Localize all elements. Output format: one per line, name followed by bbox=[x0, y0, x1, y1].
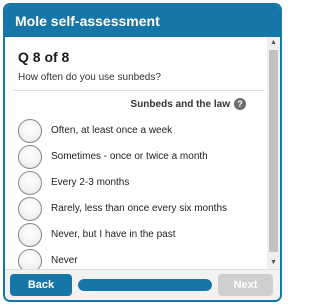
answer-option[interactable]: Rarely, less than once every six months bbox=[18, 197, 258, 221]
answer-label: Rarely, less than once every six months bbox=[51, 203, 228, 214]
answer-label: Every 2-3 months bbox=[51, 177, 130, 188]
answer-option[interactable]: Often, at least once a week bbox=[18, 119, 258, 143]
divider bbox=[13, 90, 265, 91]
sunbeds-law-label: Sunbeds and the law bbox=[130, 99, 230, 110]
answer-label: Sometimes - once or twice a month bbox=[51, 151, 208, 162]
answer-option[interactable]: Never, but I have in the past bbox=[18, 223, 258, 247]
scroll-up-icon[interactable]: ▲ bbox=[267, 37, 280, 49]
answer-option[interactable]: Never bbox=[18, 249, 258, 269]
question-number: Q 8 of 8 bbox=[18, 49, 70, 65]
answer-option[interactable]: Every 2-3 months bbox=[18, 171, 258, 195]
next-button[interactable]: Next bbox=[218, 274, 273, 296]
sunbeds-law-link[interactable]: Sunbeds and the law bbox=[131, 99, 230, 110]
answer-label: Never bbox=[51, 255, 78, 266]
widget-header: Mole self-assessment bbox=[5, 5, 280, 37]
answer-label: Never, but I have in the past bbox=[51, 229, 176, 240]
radio-button[interactable] bbox=[18, 223, 42, 247]
assessment-widget: Mole self-assessment Q 8 of 8 How often … bbox=[3, 3, 282, 302]
radio-button[interactable] bbox=[18, 145, 42, 169]
question-text: How often do you use sunbeds? bbox=[18, 72, 161, 83]
scroll-thumb[interactable] bbox=[269, 50, 278, 252]
back-button[interactable]: Back bbox=[10, 274, 72, 296]
answer-label: Often, at least once a week bbox=[51, 125, 173, 136]
question-panel: Q 8 of 8 How often do you use sunbeds? S… bbox=[5, 37, 267, 269]
radio-button[interactable] bbox=[18, 249, 42, 269]
widget-title: Mole self-assessment bbox=[15, 13, 160, 29]
progress-fill bbox=[78, 279, 212, 291]
vertical-scrollbar[interactable]: ▲ ▼ bbox=[267, 37, 280, 269]
progress-bar bbox=[78, 279, 212, 291]
answer-option[interactable]: Sometimes - once or twice a month bbox=[18, 145, 258, 169]
radio-button[interactable] bbox=[18, 197, 42, 221]
radio-button[interactable] bbox=[18, 119, 42, 143]
footer-bar: Back Next bbox=[5, 269, 280, 300]
radio-button[interactable] bbox=[18, 171, 42, 195]
help-icon[interactable]: ? bbox=[234, 98, 246, 110]
scroll-down-icon[interactable]: ▼ bbox=[267, 257, 280, 269]
